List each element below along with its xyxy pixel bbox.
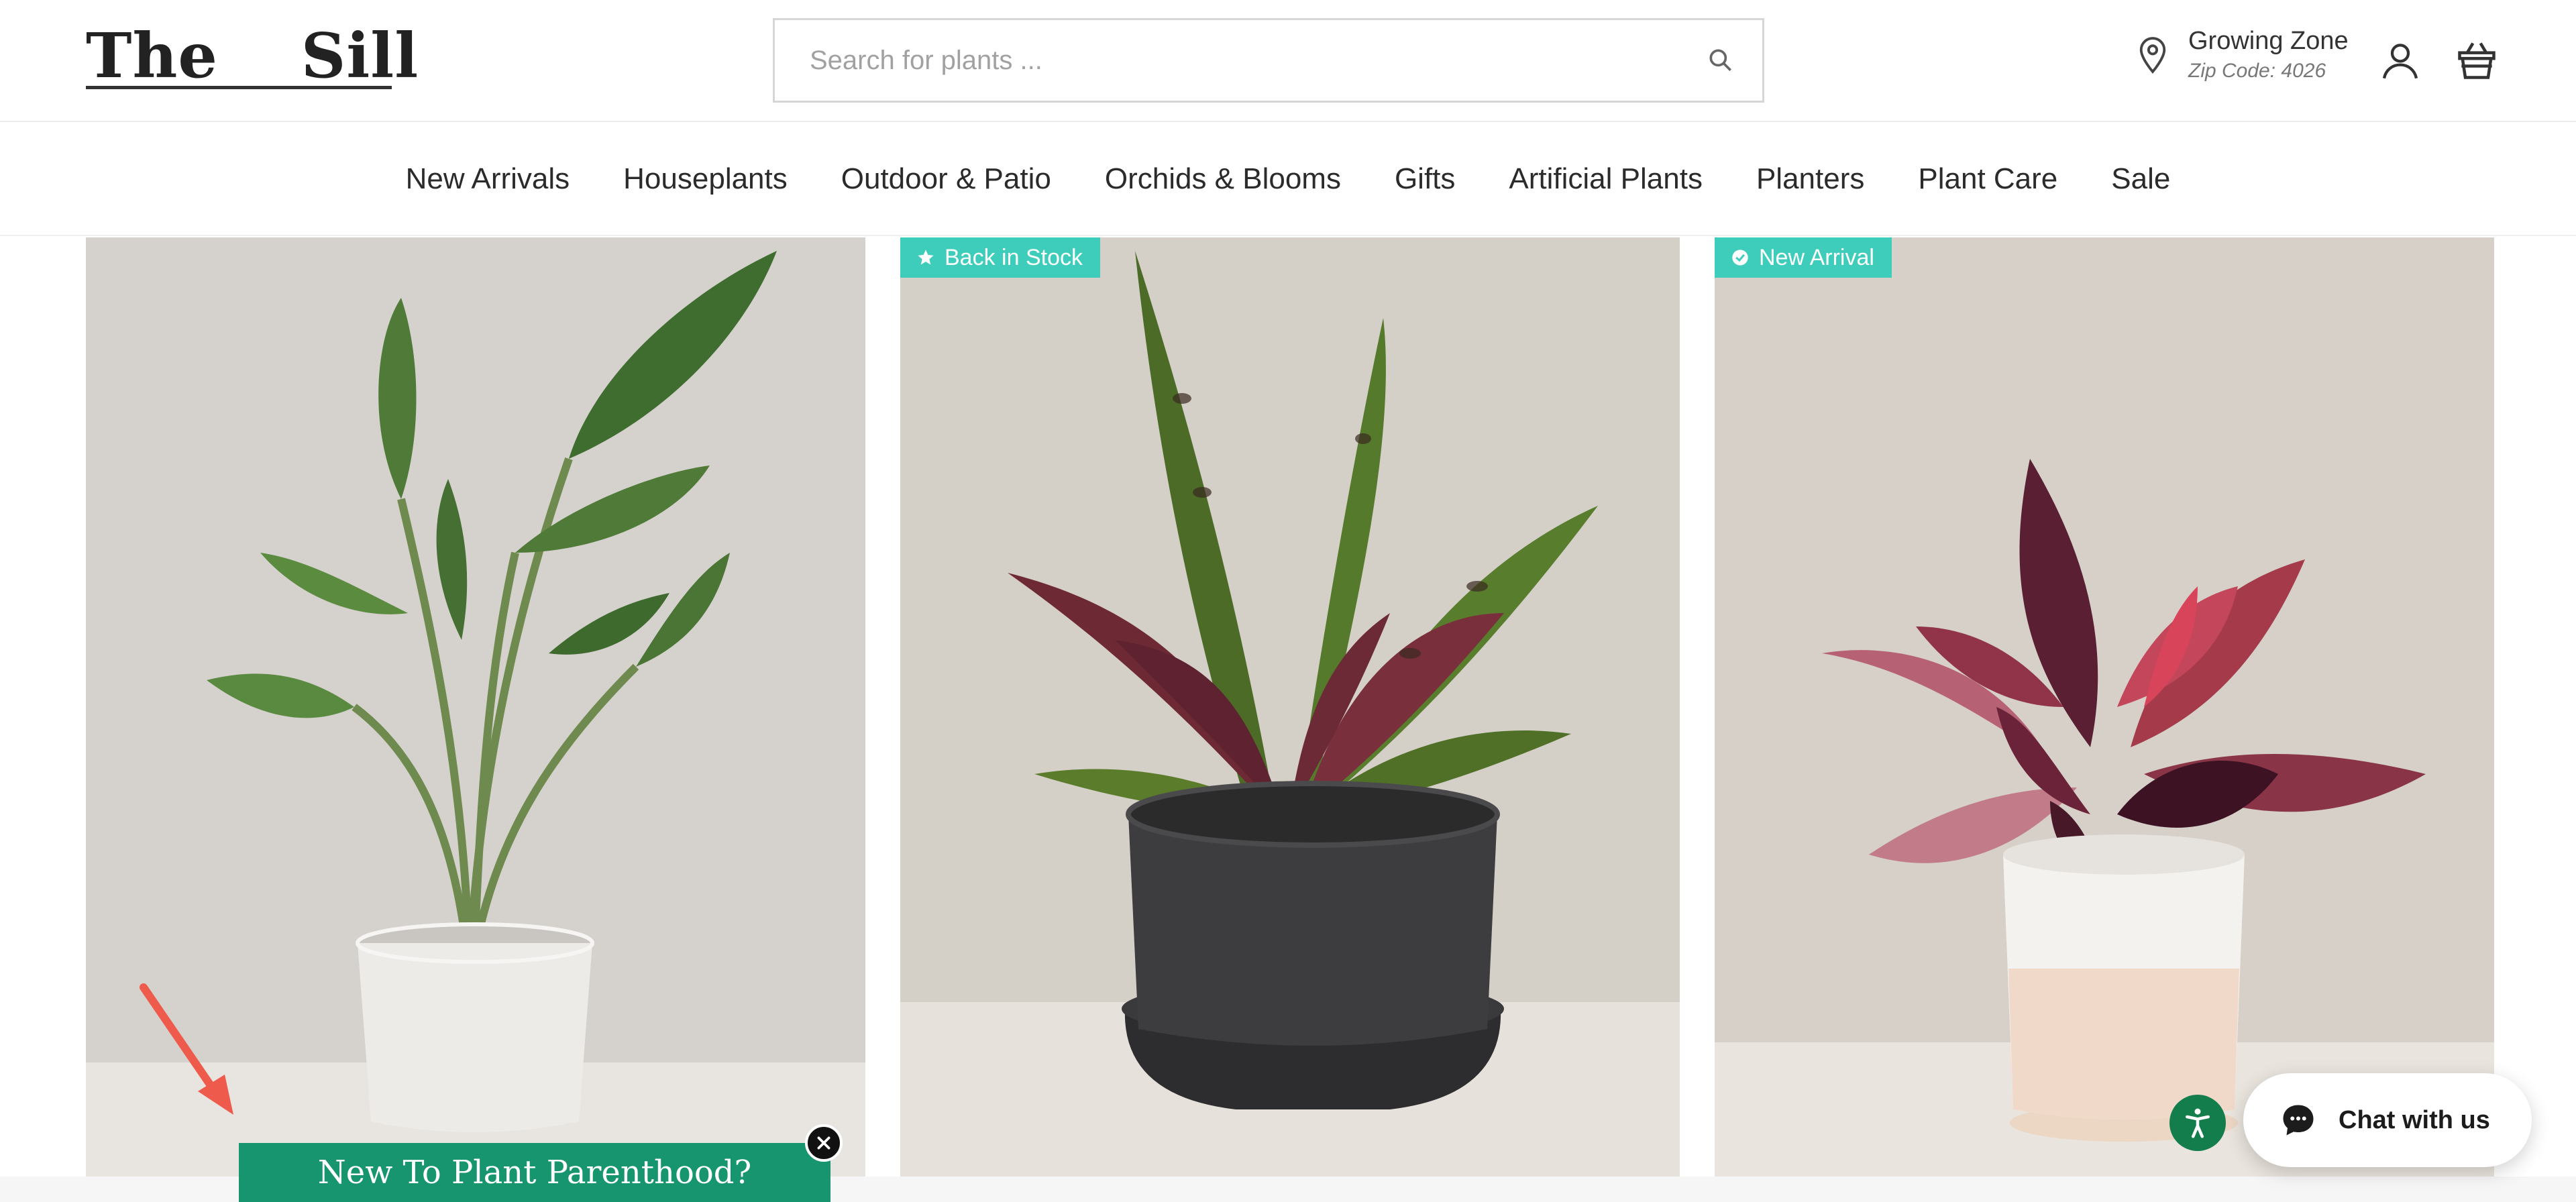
- chat-button[interactable]: Chat with us: [2243, 1073, 2532, 1167]
- product-card-3[interactable]: New Arrival: [1715, 237, 2494, 1177]
- close-icon[interactable]: [805, 1124, 843, 1162]
- badge-label: Back in Stock: [945, 244, 1083, 270]
- popup-label: New To Plant Parenthood?: [317, 1154, 752, 1191]
- back-in-stock-badge: Back in Stock: [900, 237, 1100, 278]
- logo[interactable]: The Sill: [86, 19, 419, 93]
- badge-label: New Arrival: [1759, 244, 1874, 270]
- account-icon[interactable]: [2379, 39, 2422, 82]
- logo-word-sill: Sill: [301, 19, 419, 92]
- product-image-calathea: [900, 237, 1680, 1177]
- logo-underline: [86, 86, 392, 89]
- zone-text: Growing Zone Zip Code: 4026: [2188, 27, 2349, 83]
- product-image-rubber-plant: [1715, 237, 2494, 1177]
- search-icon[interactable]: [1706, 46, 1735, 75]
- zone-title: Growing Zone: [2188, 27, 2349, 55]
- nav-item-artificial-plants[interactable]: Artificial Plants: [1509, 162, 1703, 196]
- site-header: The Sill Growing Zone Zip Code: 4026: [0, 0, 2576, 122]
- product-card-2[interactable]: Back in Stock: [900, 237, 1680, 1177]
- nav-item-plant-care[interactable]: Plant Care: [1918, 162, 2057, 196]
- arrow-annotation-icon: [140, 983, 233, 1115]
- main-nav: New Arrivals Houseplants Outdoor & Patio…: [0, 123, 2576, 236]
- nav-item-sale[interactable]: Sale: [2111, 162, 2170, 196]
- nav-item-outdoor-patio[interactable]: Outdoor & Patio: [841, 162, 1051, 196]
- growing-zone[interactable]: Growing Zone Zip Code: 4026: [2137, 27, 2349, 83]
- search-box: [773, 18, 1764, 103]
- zone-zip: Zip Code: 4026: [2188, 60, 2326, 82]
- map-pin-icon: [2139, 36, 2166, 74]
- nav-item-new-arrivals[interactable]: New Arrivals: [406, 162, 570, 196]
- logo-word-the: The: [86, 19, 218, 92]
- nav-item-orchids-blooms[interactable]: Orchids & Blooms: [1105, 162, 1341, 196]
- chat-label: Chat with us: [2339, 1105, 2490, 1134]
- nav-item-planters[interactable]: Planters: [1756, 162, 1864, 196]
- accessibility-icon[interactable]: [2169, 1095, 2226, 1151]
- search-input[interactable]: [810, 20, 1615, 101]
- info-icon: [1732, 250, 1748, 266]
- star-icon: [918, 250, 934, 265]
- nav-item-houseplants[interactable]: Houseplants: [623, 162, 788, 196]
- plant-parenthood-popup[interactable]: New To Plant Parenthood?: [239, 1143, 830, 1202]
- cart-icon[interactable]: [2454, 38, 2500, 83]
- new-arrival-badge: New Arrival: [1715, 237, 1892, 278]
- chat-bubble-icon: [2283, 1105, 2314, 1136]
- nav-item-gifts[interactable]: Gifts: [1395, 162, 1455, 196]
